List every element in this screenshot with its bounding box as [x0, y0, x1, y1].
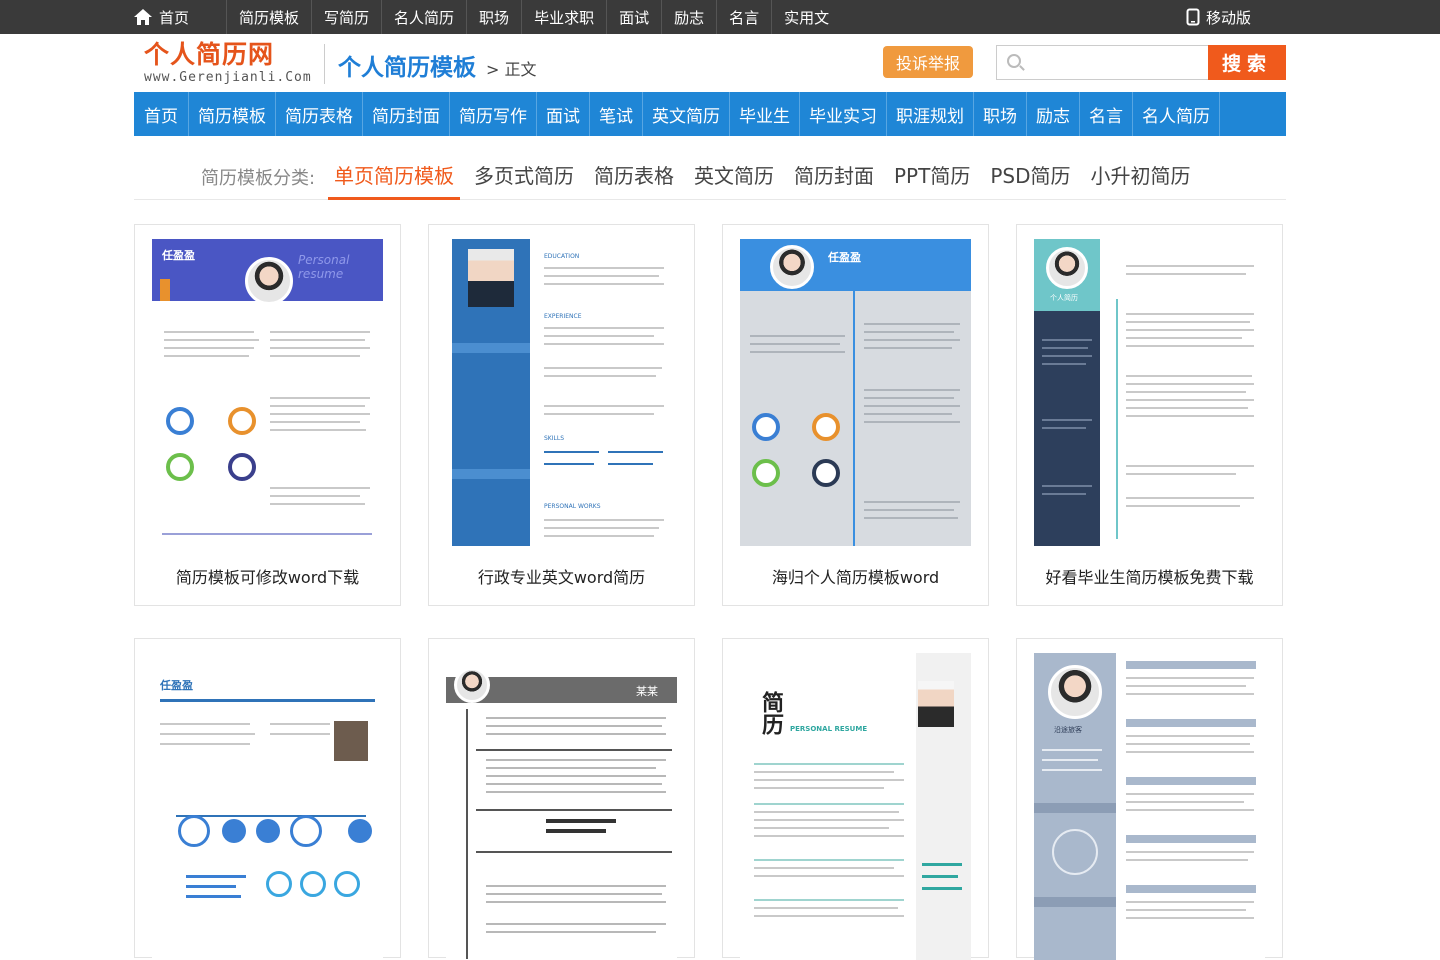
template-card[interactable]: 简历 PERSONAL RESUME — [722, 638, 989, 960]
resume-section: EDUCATION — [544, 253, 580, 260]
nav-item-jianli-fengmian[interactable]: 简历封面 — [363, 92, 450, 136]
top-link-jianli-moban[interactable]: 简历模板 — [226, 0, 311, 34]
nav-item-jianli-biaoge[interactable]: 简历表格 — [276, 92, 363, 136]
resume-section: EXPERIENCE — [544, 313, 582, 320]
nav-item-biye-shixi[interactable]: 毕业实习 — [800, 92, 887, 136]
top-link-lizhi[interactable]: 励志 — [661, 0, 716, 34]
search-icon — [1007, 54, 1021, 68]
top-link-xie-jianli[interactable]: 写简历 — [311, 0, 381, 34]
resume-name: 某某 — [636, 685, 658, 698]
category-tab-english[interactable]: 英文简历 — [694, 160, 774, 200]
nav-item-bishi[interactable]: 笔试 — [590, 92, 643, 136]
resume-banner: Personal resume — [298, 253, 350, 281]
resume-name: 任盈盈 — [162, 249, 195, 262]
template-title[interactable]: 行政专业英文word简历 — [429, 564, 694, 588]
nav-item-biyesheng[interactable]: 毕业生 — [730, 92, 800, 136]
category-tab-cover[interactable]: 简历封面 — [794, 160, 874, 200]
top-link-shiyongwen[interactable]: 实用文 — [771, 0, 841, 34]
resume-section: PERSONAL WORKS — [544, 503, 601, 510]
template-thumbnail[interactable]: EDUCATION EXPERIENCE SKILLS PERSONAL WOR… — [446, 239, 677, 546]
header-divider — [324, 44, 325, 84]
resume-name: 个人简历 — [1050, 294, 1078, 302]
resume-name: 沿途旅客 — [1054, 726, 1082, 734]
category-filter: 简历模板分类: 单页简历模板 多页式简历 简历表格 英文简历 简历封面 PPT简… — [134, 136, 1286, 200]
nav-item-zhiya-guihua[interactable]: 职涯规划 — [887, 92, 974, 136]
category-tab-xiaoshengchu[interactable]: 小升初简历 — [1091, 160, 1191, 200]
template-card[interactable]: 任盈盈 — [134, 638, 401, 960]
resume-name: 任盈盈 — [828, 251, 861, 264]
resume-seal: 简历 — [758, 691, 783, 735]
resume-photo — [468, 249, 514, 307]
logo-text: 个人简历网 — [144, 40, 275, 69]
main-nav: 首页 简历模板 简历表格 简历封面 简历写作 面试 笔试 英文简历 毕业生 毕业… — [134, 92, 1286, 136]
template-thumbnail[interactable]: 任盈盈 — [740, 239, 971, 546]
search-input[interactable] — [1031, 46, 1201, 77]
category-tab-multi-page[interactable]: 多页式简历 — [474, 160, 574, 200]
top-home-link[interactable]: 首页 — [133, 0, 189, 34]
home-icon — [134, 9, 152, 25]
template-card[interactable]: 沿途旅客 — [1016, 638, 1283, 960]
resume-photo — [1048, 665, 1102, 719]
logo-url: www.Gerenjianli.Com — [144, 70, 312, 85]
resume-photo — [1046, 247, 1088, 289]
template-thumbnail[interactable]: 任盈盈 Personal resume — [152, 239, 383, 546]
channel-title[interactable]: 个人简历模板 — [338, 48, 476, 82]
top-link-mianshi[interactable]: 面试 — [606, 0, 661, 34]
nav-item-home[interactable]: 首页 — [134, 92, 189, 136]
resume-photo — [245, 257, 293, 305]
template-title[interactable]: 海归个人简历模板word — [723, 564, 988, 588]
resume-photo — [770, 245, 814, 289]
top-link-mingren-jianli[interactable]: 名人简历 — [381, 0, 466, 34]
template-thumbnail[interactable]: 简历 PERSONAL RESUME — [740, 653, 971, 960]
resume-name: 任盈盈 — [160, 679, 193, 692]
template-thumbnail[interactable]: 个人简历 — [1034, 239, 1265, 546]
top-link-biye-qiuzhi[interactable]: 毕业求职 — [521, 0, 606, 34]
timeline — [853, 291, 855, 546]
mobile-phone-icon — [1186, 8, 1200, 26]
template-title[interactable]: 好看毕业生简历模板免费下载 — [1017, 564, 1282, 588]
template-card[interactable]: 任盈盈 海归个人简历模板word — [722, 224, 989, 606]
template-title[interactable]: 简历模板可修改word下载 — [135, 564, 400, 588]
category-list: 单页简历模板 多页式简历 简历表格 英文简历 简历封面 PPT简历 PSD简历 … — [328, 160, 1211, 200]
template-card[interactable]: 某某 — [428, 638, 695, 960]
template-thumbnail[interactable]: 某某 — [446, 653, 677, 960]
nav-item-mianshi[interactable]: 面试 — [537, 92, 590, 136]
top-links: 简历模板 写简历 名人简历 职场 毕业求职 面试 励志 名言 实用文 — [226, 0, 841, 34]
resume-photo — [454, 667, 490, 703]
category-tab-table[interactable]: 简历表格 — [594, 160, 674, 200]
nav-item-jianli-moban[interactable]: 简历模板 — [189, 92, 276, 136]
report-button[interactable]: 投诉举报 — [883, 46, 973, 78]
template-card[interactable]: 个人简历 好看毕业生简历模板免费下载 — [1016, 224, 1283, 606]
resume-accent-tab — [160, 279, 170, 301]
category-tab-single-page[interactable]: 单页简历模板 — [328, 160, 460, 200]
category-tab-ppt[interactable]: PPT简历 — [894, 160, 970, 200]
template-card[interactable]: 任盈盈 Personal resume 简历模板可修改word下载 — [134, 224, 401, 606]
resume-subtitle: PERSONAL RESUME — [790, 725, 868, 733]
category-tab-psd[interactable]: PSD简历 — [990, 160, 1070, 200]
nav-item-mingyan[interactable]: 名言 — [1080, 92, 1133, 136]
category-label: 简历模板分类: — [201, 168, 316, 189]
site-logo[interactable]: 个人简历网 www.Gerenjianli.Com — [144, 40, 314, 88]
mobile-version-label: 移动版 — [1206, 8, 1252, 27]
top-link-mingyan[interactable]: 名言 — [716, 0, 771, 34]
nav-item-zhichang[interactable]: 职场 — [974, 92, 1027, 136]
top-bar: 首页 简历模板 写简历 名人简历 职场 毕业求职 面试 励志 名言 实用文 移动… — [0, 0, 1440, 34]
top-home-label: 首页 — [159, 8, 190, 27]
breadcrumb: > 正文 — [486, 60, 537, 79]
nav-item-jianli-xiezuo[interactable]: 简历写作 — [450, 92, 537, 136]
search-button[interactable]: 搜索 — [1208, 45, 1286, 80]
site-header: 个人简历网 www.Gerenjianli.Com 个人简历模板 > 正文 投诉… — [134, 34, 1286, 92]
template-card[interactable]: EDUCATION EXPERIENCE SKILLS PERSONAL WOR… — [428, 224, 695, 606]
template-thumbnail[interactable]: 沿途旅客 — [1034, 653, 1265, 960]
top-link-zhichang[interactable]: 职场 — [466, 0, 521, 34]
search-box — [996, 45, 1208, 80]
mobile-version-link[interactable]: 移动版 — [1186, 0, 1251, 34]
nav-item-mingren-jianli[interactable]: 名人简历 — [1133, 92, 1220, 136]
nav-item-yingwen-jianli[interactable]: 英文简历 — [643, 92, 730, 136]
resume-section: SKILLS — [544, 435, 565, 442]
template-thumbnail[interactable]: 任盈盈 — [152, 653, 383, 960]
nav-item-lizhi[interactable]: 励志 — [1027, 92, 1080, 136]
